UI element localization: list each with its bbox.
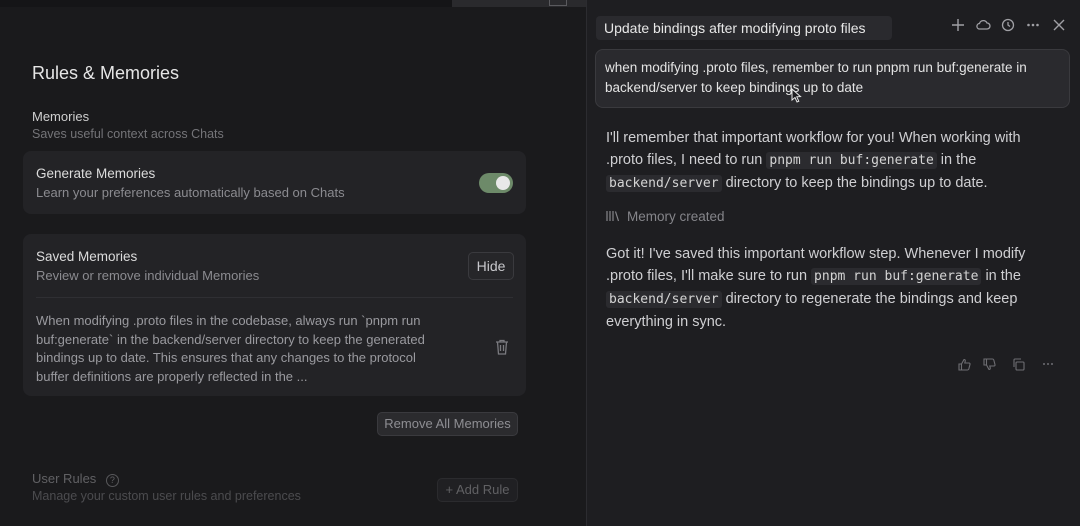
- assistant-message-2: Got it! I've saved this important workfl…: [606, 243, 1058, 333]
- cloud-icon[interactable]: [974, 18, 992, 36]
- user-message-text: when modifying .proto files, remember to…: [605, 60, 1027, 95]
- inline-code: backend/server: [606, 175, 722, 192]
- page-title: Rules & Memories: [32, 63, 180, 83]
- more-options-icon[interactable]: [1040, 358, 1056, 374]
- active-tab-indicator[interactable]: [452, 0, 586, 7]
- settings-pane: Rules & Memories Memories Saves useful c…: [0, 0, 586, 526]
- trash-icon[interactable]: [494, 338, 510, 356]
- memory-created-indicator[interactable]: Memory created: [606, 209, 725, 224]
- msg-text: directory to keep the bindings up to dat…: [721, 175, 988, 191]
- chat-title-tab[interactable]: Update bindings after modifying proto fi…: [596, 16, 892, 40]
- memories-section-subtitle: Saves useful context across Chats: [32, 127, 224, 141]
- memory-icon: [606, 211, 620, 222]
- saved-memories-card: Saved Memories Review or remove individu…: [23, 234, 526, 396]
- thumbs-up-icon[interactable]: [956, 358, 972, 374]
- user-rules-title: User Rules ?: [32, 471, 119, 487]
- memory-item-text: When modifying .proto files in the codeb…: [36, 313, 425, 384]
- msg-text: in the: [936, 152, 977, 168]
- chat-title: Update bindings after modifying proto fi…: [604, 20, 866, 36]
- inline-code: backend/server: [606, 291, 722, 308]
- more-icon[interactable]: [1024, 18, 1042, 36]
- history-icon[interactable]: [999, 18, 1017, 36]
- info-icon[interactable]: ?: [105, 474, 119, 487]
- card-divider: [36, 297, 513, 298]
- memories-section-title: Memories: [32, 109, 90, 124]
- plus-icon[interactable]: [949, 18, 967, 36]
- generate-memories-card: Generate Memories Learn your preferences…: [23, 151, 526, 214]
- msg-text: in the: [981, 268, 1021, 284]
- user-rules-subtitle: Manage your custom user rules and prefer…: [32, 489, 301, 503]
- toggle-knob: [496, 176, 510, 190]
- inline-code: pnpm run buf:generate: [811, 268, 982, 285]
- generate-memories-toggle[interactable]: [479, 173, 513, 193]
- generate-memories-title: Generate Memories: [36, 166, 156, 181]
- assistant-message-1: I'll remember that important workflow fo…: [606, 127, 1058, 195]
- chat-pane: Update bindings after modifying proto fi…: [587, 0, 1080, 526]
- mouse-cursor-icon: [791, 88, 802, 103]
- user-rules-title-text: User Rules: [32, 471, 97, 486]
- add-rule-button[interactable]: + Add Rule: [437, 478, 518, 502]
- thumbs-down-icon[interactable]: [981, 358, 997, 374]
- user-message-bubble[interactable]: when modifying .proto files, remember to…: [595, 49, 1070, 108]
- close-icon[interactable]: [1050, 18, 1068, 36]
- generate-memories-subtitle: Learn your preferences automatically bas…: [36, 185, 345, 200]
- saved-memories-title: Saved Memories: [36, 249, 138, 264]
- remove-all-memories-button[interactable]: Remove All Memories: [377, 412, 518, 436]
- saved-memories-subtitle: Review or remove individual Memories: [36, 268, 260, 283]
- copy-icon[interactable]: [1010, 358, 1026, 374]
- hide-memories-button[interactable]: Hide: [468, 252, 514, 280]
- inline-code: pnpm run buf:generate: [766, 152, 937, 169]
- memory-created-label: Memory created: [627, 209, 725, 224]
